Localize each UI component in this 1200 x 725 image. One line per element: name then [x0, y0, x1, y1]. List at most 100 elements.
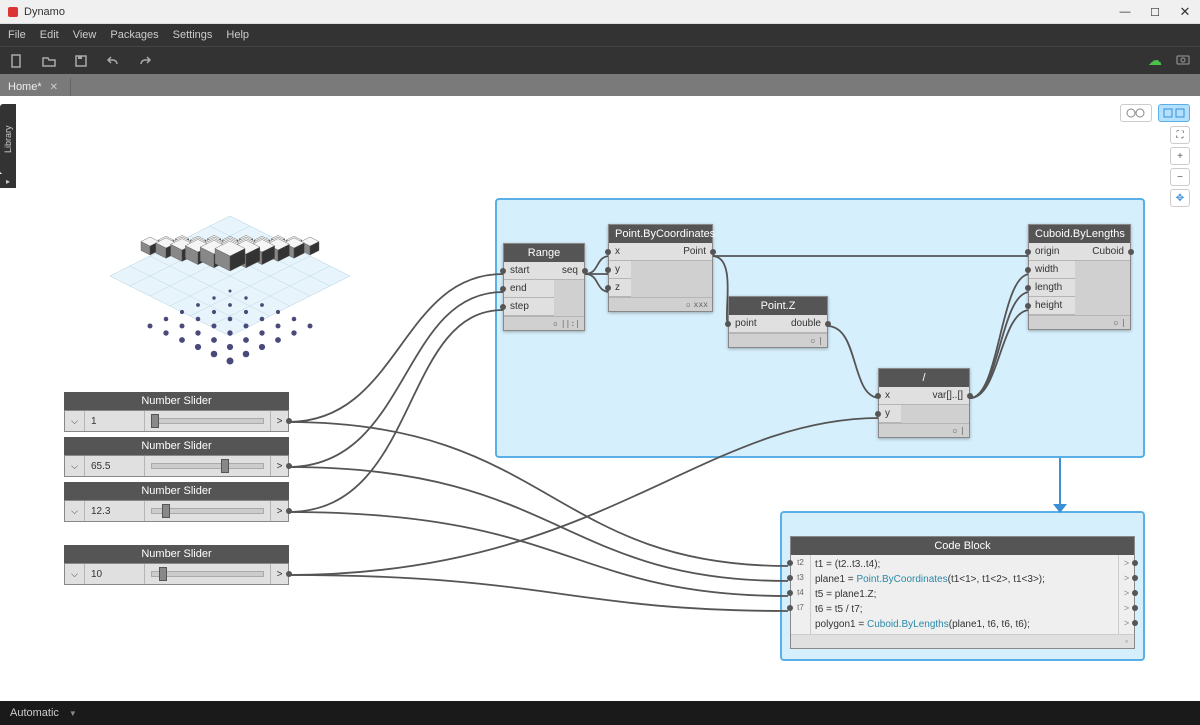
screenshot-icon[interactable]: [1176, 53, 1190, 68]
close-button[interactable]: ✕: [1170, 0, 1200, 24]
cloud-sync-icon[interactable]: ☁: [1148, 52, 1162, 69]
code-input-port[interactable]: t7: [791, 600, 810, 615]
input-port-end[interactable]: end: [504, 280, 554, 298]
slider-track[interactable]: [145, 501, 270, 521]
output-port-double[interactable]: double: [771, 315, 827, 333]
input-port-step[interactable]: step: [504, 298, 554, 316]
code-output-port[interactable]: >: [1119, 600, 1134, 615]
code-text[interactable]: t1 = (t2..t3..t4);plane1 = Point.ByCoord…: [811, 555, 1118, 634]
lacing-icon[interactable]: ▫: [553, 319, 558, 328]
tab-label: Home*: [8, 81, 42, 93]
workspace-canvas[interactable]: Library ▸ ⛶ + − ✥: [0, 96, 1200, 701]
lacing-icon[interactable]: ▫: [1113, 318, 1118, 327]
pan-icon[interactable]: ✥: [1170, 189, 1190, 207]
number-slider-node-1[interactable]: Number Slider ⌵ 1 >: [64, 392, 289, 432]
node-title: Number Slider: [64, 482, 289, 500]
expand-chevron-icon[interactable]: ⌵: [65, 411, 85, 431]
tab-home[interactable]: Home* ✕: [0, 78, 71, 96]
input-port-x[interactable]: x: [879, 387, 901, 405]
toolbar: ☁: [0, 46, 1200, 74]
maximize-button[interactable]: ☐: [1140, 0, 1170, 24]
open-file-icon[interactable]: [42, 54, 56, 68]
input-port-y[interactable]: y: [609, 261, 631, 279]
output-port-var[interactable]: var[]..[]: [901, 387, 969, 405]
pointz-node[interactable]: Point.Z point double ▫|: [728, 296, 828, 348]
output-port-seq[interactable]: seq: [554, 262, 584, 280]
output-port[interactable]: >: [270, 501, 288, 521]
input-port-height[interactable]: height: [1029, 297, 1075, 315]
input-port-x[interactable]: x: [609, 243, 631, 261]
fit-view-icon[interactable]: ⛶: [1170, 126, 1190, 144]
expand-chevron-icon[interactable]: ⌵: [65, 564, 85, 584]
menu-view[interactable]: View: [73, 29, 97, 41]
menu-help[interactable]: Help: [226, 29, 249, 41]
lacing-icon[interactable]: ▫: [1125, 637, 1128, 646]
tab-bar: Home* ✕: [0, 74, 1200, 96]
undo-icon[interactable]: [106, 54, 120, 68]
viewmode-3d-icon[interactable]: [1120, 104, 1152, 122]
zoom-out-icon[interactable]: −: [1170, 168, 1190, 186]
input-port-z[interactable]: z: [609, 279, 631, 297]
redo-icon[interactable]: [138, 54, 152, 68]
expand-chevron-icon[interactable]: ⌵: [65, 456, 85, 476]
slider-value[interactable]: 65.5: [85, 456, 145, 476]
input-port-point[interactable]: point: [729, 315, 771, 333]
code-output-port[interactable]: >: [1119, 555, 1134, 570]
code-input-port[interactable]: t2: [791, 555, 810, 570]
code-input-port[interactable]: t4: [791, 585, 810, 600]
output-port-point[interactable]: Point: [631, 243, 712, 261]
input-port-y[interactable]: y: [879, 405, 901, 423]
menu-settings[interactable]: Settings: [173, 29, 213, 41]
output-port[interactable]: >: [270, 456, 288, 476]
viewmode-graph-icon[interactable]: [1158, 104, 1190, 122]
library-panel-toggle[interactable]: Library: [0, 104, 16, 174]
save-file-icon[interactable]: [74, 54, 88, 68]
slider-track[interactable]: [145, 456, 270, 476]
code-output-port[interactable]: >: [1119, 615, 1134, 630]
number-slider-node-3[interactable]: Number Slider ⌵ 12.3 >: [64, 482, 289, 522]
slider-value[interactable]: 12.3: [85, 501, 145, 521]
node-footer: ▫||:|: [504, 316, 584, 330]
code-input-port[interactable]: t3: [791, 570, 810, 585]
run-mode-label: Automatic: [10, 707, 59, 719]
divide-node[interactable]: / x y var[]..[] ▫|: [878, 368, 970, 438]
number-slider-node-4[interactable]: Number Slider ⌵ 10 >: [64, 545, 289, 585]
new-file-icon[interactable]: [10, 54, 24, 68]
output-port[interactable]: >: [270, 564, 288, 584]
input-port-origin[interactable]: origin: [1029, 243, 1075, 261]
number-slider-node-2[interactable]: Number Slider ⌵ 65.5 >: [64, 437, 289, 477]
lacing-icon[interactable]: ▫: [810, 336, 815, 345]
node-title: Cuboid.ByLengths: [1029, 225, 1130, 243]
output-port[interactable]: >: [270, 411, 288, 431]
geometry-preview: [80, 116, 380, 366]
input-port-length[interactable]: length: [1029, 279, 1075, 297]
library-expand-icon[interactable]: ▸: [0, 174, 16, 188]
slider-value[interactable]: 1: [85, 411, 145, 431]
menu-file[interactable]: File: [8, 29, 26, 41]
menu-edit[interactable]: Edit: [40, 29, 59, 41]
code-block-node[interactable]: Code Block t2 t3 t4 t7 t1 = (t2..t3..t4)…: [790, 536, 1135, 649]
point-bycoords-node[interactable]: Point.ByCoordinates x y z Point ▫xxx: [608, 224, 713, 312]
node-footer: ▫|: [1029, 315, 1130, 329]
output-port-cuboid[interactable]: Cuboid: [1075, 243, 1130, 261]
minimize-button[interactable]: —: [1110, 0, 1140, 24]
app-logo-icon: [8, 7, 18, 17]
range-node[interactable]: Range start end step seq ▫||:|: [503, 243, 585, 331]
menu-packages[interactable]: Packages: [110, 29, 158, 41]
run-mode-dropdown[interactable]: Automatic ▼: [10, 707, 77, 719]
node-title: Point.Z: [729, 297, 827, 315]
input-port-start[interactable]: start: [504, 262, 554, 280]
expand-chevron-icon[interactable]: ⌵: [65, 501, 85, 521]
arrow-head-icon: [1053, 504, 1067, 513]
slider-track[interactable]: [145, 564, 270, 584]
input-port-width[interactable]: width: [1029, 261, 1075, 279]
tab-close-icon[interactable]: ✕: [50, 82, 58, 93]
slider-track[interactable]: [145, 411, 270, 431]
slider-value[interactable]: 10: [85, 564, 145, 584]
cuboid-node[interactable]: Cuboid.ByLengths origin width length hei…: [1028, 224, 1131, 330]
code-output-port[interactable]: >: [1119, 585, 1134, 600]
lacing-icon[interactable]: ▫: [952, 426, 957, 435]
lacing-icon[interactable]: ▫: [686, 300, 691, 309]
zoom-in-icon[interactable]: +: [1170, 147, 1190, 165]
code-output-port[interactable]: >: [1119, 570, 1134, 585]
